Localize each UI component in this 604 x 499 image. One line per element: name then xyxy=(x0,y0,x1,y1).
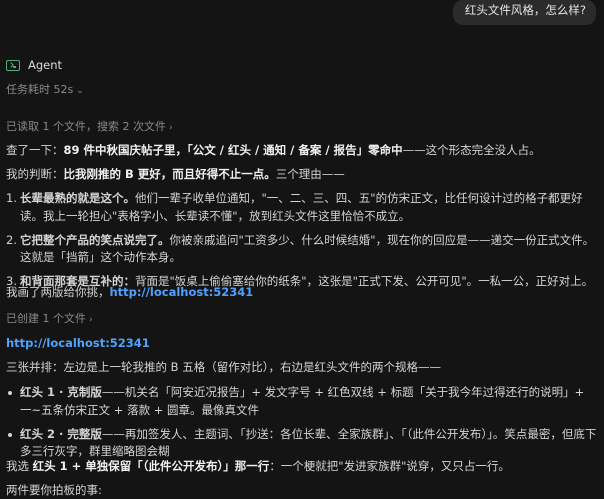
elapsed-time-toggle[interactable]: 任务耗时 52s ⌄ xyxy=(6,81,84,99)
list-item-bold: 它把整个产品的笑点说完了。 xyxy=(20,232,170,247)
decision-paragraph: 两件要你拍板的事: xyxy=(6,482,598,499)
read-files-summary-text: 已读取 1 个文件，搜索 2 次文件 xyxy=(6,120,166,133)
variants-list: 红头 1 · 克制版——机关名「阿安近况报告」+ 发文字号 + 红色双线 + 标… xyxy=(6,384,598,467)
finding-paragraph: 查了一下：89 件中秋国庆帖子里，「公文 / 红头 / 通知 / 备案 / 报告… xyxy=(6,142,598,160)
list-item-number: 2. xyxy=(6,232,17,247)
finding-bold: 89 件中秋国庆帖子里，「公文 / 红头 / 通知 / 备案 / 报告」零命中 xyxy=(63,143,403,157)
list-item: 2. 它把整个产品的笑点说完了。你被亲戚追问"工资多少、什么时候结婚"，现在你的回… xyxy=(6,232,598,268)
list-item-text: ——再加签发人、主题词、「抄送：各位长辈、全家族群」、「（此件公开发布）」。笑点… xyxy=(20,426,597,459)
judgement-suffix: 三个理由—— xyxy=(275,167,345,181)
agent-name: Agent xyxy=(28,58,63,72)
list-item-text: ——机关名「阿安近况报告」+ 发文字号 + 红色双线 + 标题「关于我今年过得还… xyxy=(20,385,585,417)
choice-suffix: ：一个梗就把"发进家族群"说穿，又只占一行。 xyxy=(269,459,510,473)
drafts-paragraph: 我画了两版给你挑，http://localhost:52341 xyxy=(6,284,598,302)
user-message-text: 红头文件风格，怎么样? xyxy=(464,3,586,17)
chevron-right-icon: › xyxy=(89,315,93,325)
judgement-prefix: 我的判断： xyxy=(6,167,64,181)
layout-text: 三张并排：左边是上一轮我推的 B 五格（留作对比），右边是红头文件的两个规格—— xyxy=(6,360,441,374)
list-item-number: 1. xyxy=(6,191,17,205)
created-files-summary[interactable]: 已创建 1 个文件 › xyxy=(6,310,93,328)
judgement-bold: 比我刚推的 B 更好，而且好得不止一点。 xyxy=(63,167,276,181)
read-files-summary[interactable]: 已读取 1 个文件，搜索 2 次文件 › xyxy=(6,118,173,136)
finding-prefix: 查了一下： xyxy=(6,143,64,157)
terminal-icon xyxy=(6,60,20,72)
drafts-prefix: 我画了两版给你挑， xyxy=(6,285,110,299)
layout-paragraph: 三张并排：左边是上一轮我推的 B 五格（留作对比），右边是红头文件的两个规格—— xyxy=(6,359,598,377)
localhost-link[interactable]: http://localhost:52341 xyxy=(110,285,254,299)
localhost-link-2[interactable]: http://localhost:52341 xyxy=(6,336,150,350)
list-item: 红头 2 · 完整版——再加签发人、主题词、「抄送：各位长辈、全家族群」、「（此… xyxy=(6,426,598,462)
chevron-down-icon: ⌄ xyxy=(76,86,84,96)
list-item-bold: 红头 1 · 克制版 xyxy=(20,385,102,399)
agent-header: Agent xyxy=(6,57,62,75)
finding-suffix: ——这个形态完全没人占。 xyxy=(402,143,541,157)
user-message-bubble: 红头文件风格，怎么样? xyxy=(452,0,596,25)
list-item: 1. 长辈最熟的就是这个。他们一辈子收单位通知，"一、二、三、四、五"的仿宋正文，… xyxy=(6,190,598,226)
list-item: 红头 1 · 克制版——机关名「阿安近况报告」+ 发文字号 + 红色双线 + 标… xyxy=(6,384,598,420)
elapsed-time-text: 任务耗时 52s xyxy=(6,83,74,96)
choice-paragraph: 我选 红头 1 + 单独保留「（此件公开发布）」那一行：一个梗就把"发进家族群"… xyxy=(6,458,598,476)
choice-bold: 红头 1 + 单独保留「（此件公开发布）」那一行 xyxy=(32,459,270,473)
decision-text: 两件要你拍板的事: xyxy=(6,483,102,497)
list-item-bold: 红头 2 · 完整版 xyxy=(20,426,102,441)
choice-prefix: 我选 xyxy=(6,459,33,473)
chevron-right-icon: › xyxy=(168,123,173,133)
created-files-summary-text: 已创建 1 个文件 xyxy=(6,312,86,325)
reasons-list: 1. 长辈最熟的就是这个。他们一辈子收单位通知，"一、二、三、四、五"的仿宋正文，… xyxy=(6,190,598,297)
link-paragraph: http://localhost:52341 xyxy=(6,335,598,353)
judgement-paragraph: 我的判断：比我刚推的 B 更好，而且好得不止一点。三个理由—— xyxy=(6,166,598,184)
list-item-bold: 长辈最熟的就是这个。 xyxy=(20,191,135,205)
